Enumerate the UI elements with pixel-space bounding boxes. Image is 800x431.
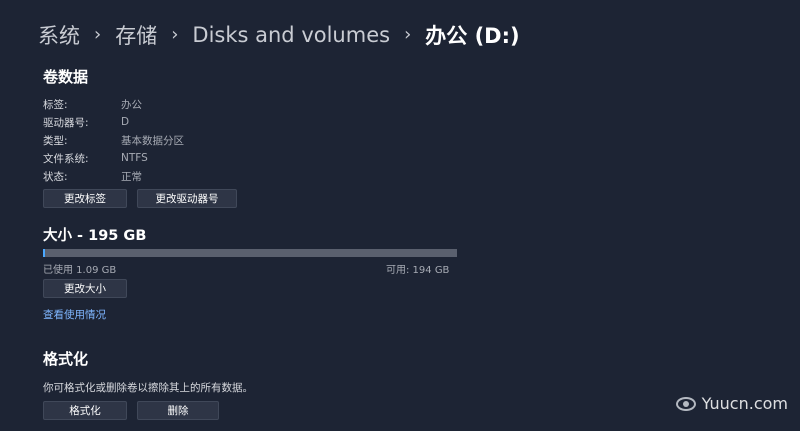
property-label: 状态: [43, 170, 68, 183]
watermark-text: Yuucn.com [701, 394, 788, 413]
format-description: 你可格式化或删除卷以擦除其上的所有数据。 [43, 382, 253, 394]
chevron-right-icon: › [94, 23, 102, 45]
property-value: 办公 [121, 98, 142, 111]
property-label: 类型: [43, 134, 68, 147]
breadcrumb-system[interactable]: 系统 [38, 20, 80, 50]
property-row-file-system: 文件系统: NTFS [43, 150, 148, 166]
watermark-logo-icon [675, 396, 696, 411]
watermark: Yuucn.com [675, 394, 788, 413]
property-row-label: 标签: 办公 [43, 96, 142, 112]
property-value: NTFS [121, 152, 148, 164]
property-row-status: 状态: 正常 [43, 168, 142, 184]
change-drive-letter-button[interactable]: 更改驱动器号 [137, 189, 237, 208]
chevron-right-icon: › [404, 23, 412, 45]
free-space-text: 可用: 194 GB [386, 265, 450, 276]
property-label: 标签: [43, 98, 68, 111]
change-label-button[interactable]: 更改标签 [43, 189, 127, 208]
size-title: 大小 - 195 GB [43, 228, 147, 244]
usage-bar-fill [43, 249, 45, 257]
property-row-type: 类型: 基本数据分区 [43, 132, 184, 148]
property-value: 基本数据分区 [121, 134, 184, 147]
usage-bar [43, 249, 457, 257]
resize-button[interactable]: 更改大小 [43, 279, 127, 298]
property-row-drive-letter: 驱动器号: D [43, 114, 129, 130]
breadcrumb-current-volume: 办公 (D:) [425, 24, 520, 48]
property-value: D [121, 116, 130, 128]
breadcrumb-storage[interactable]: 存储 [115, 20, 157, 50]
property-label: 文件系统: [43, 152, 89, 165]
view-usage-link[interactable]: 查看使用情况 [43, 307, 106, 322]
format-button[interactable]: 格式化 [43, 401, 127, 420]
used-space-text: 已使用 1.09 GB [43, 265, 117, 276]
volume-data-title: 卷数据 [43, 68, 89, 86]
property-label: 驱动器号: [43, 116, 89, 129]
breadcrumb-disks-and-volumes[interactable]: Disks and volumes [192, 23, 390, 47]
format-title: 格式化 [43, 350, 89, 368]
delete-button[interactable]: 删除 [137, 401, 219, 420]
disk-volume-properties-page: 系统 › 存储 › Disks and volumes › 办公 (D:) 卷数… [0, 0, 800, 431]
property-value: 正常 [121, 170, 142, 183]
breadcrumb: 系统 › 存储 › Disks and volumes › 办公 (D:) [38, 20, 520, 50]
chevron-right-icon: › [171, 23, 179, 45]
